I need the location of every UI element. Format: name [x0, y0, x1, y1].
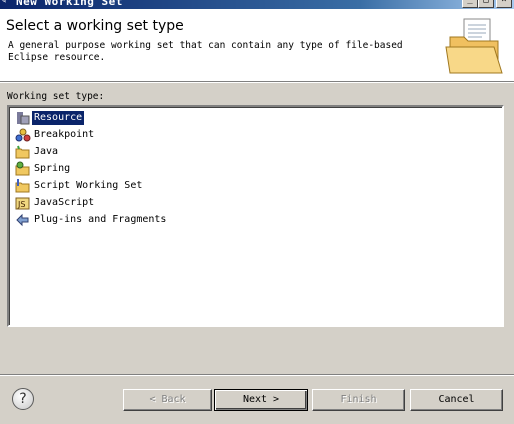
list-item-label: Plug-ins and Fragments — [34, 214, 167, 225]
java-folder-icon — [15, 145, 30, 159]
list-item-javascript[interactable]: JS JavaScript — [15, 195, 96, 211]
spring-folder-icon — [15, 161, 30, 176]
list-item-resource[interactable]: Resource — [15, 110, 85, 126]
list-item-label: Script Working Set — [34, 180, 143, 191]
next-button[interactable]: Next > — [214, 389, 308, 411]
help-icon[interactable]: ? — [12, 388, 34, 410]
maximize-button[interactable]: □ — [478, 0, 494, 8]
javascript-icon: JS — [15, 197, 30, 210]
title-bar[interactable]: ✎ New Working Set _ □ × — [0, 0, 514, 9]
plugin-icon — [16, 213, 29, 227]
finish-button[interactable]: Finish — [312, 389, 405, 411]
wizard-header: Select a working set type A general purp… — [0, 9, 514, 81]
back-button[interactable]: < Back — [123, 389, 212, 411]
list-item-label: Resource — [32, 111, 85, 125]
page-title: Select a working set type — [6, 18, 184, 34]
script-folder-icon — [15, 179, 30, 193]
breakpoint-icon — [15, 128, 31, 142]
footer-separator — [0, 374, 514, 376]
close-button[interactable]: × — [496, 0, 512, 8]
list-item-label: Java — [34, 146, 59, 157]
resource-icon — [17, 112, 30, 125]
list-item-label: Spring — [34, 163, 71, 174]
list-item-plugins-fragments[interactable]: Plug-ins and Fragments — [15, 212, 168, 228]
svg-text:JS: JS — [17, 200, 25, 209]
list-item-spring[interactable]: Spring — [15, 161, 72, 177]
page-description: A general purpose working set that can c… — [8, 40, 403, 63]
working-set-type-list[interactable]: Resource Breakpoint Java Spring Script W… — [7, 105, 504, 327]
minimize-button[interactable]: _ — [462, 0, 478, 8]
list-item-breakpoint[interactable]: Breakpoint — [15, 127, 96, 143]
list-item-label: Breakpoint — [34, 129, 95, 140]
cancel-button[interactable]: Cancel — [410, 389, 503, 411]
list-item-script-working-set[interactable]: Script Working Set — [15, 178, 144, 194]
list-item-java[interactable]: Java — [15, 144, 60, 160]
folder-document-icon — [445, 18, 503, 74]
eclipse-window-icon: ✎ — [1, 0, 7, 6]
working-set-type-label: Working set type: — [7, 91, 105, 102]
window-title: New Working Set — [16, 0, 123, 8]
header-separator — [0, 81, 514, 83]
list-item-label: JavaScript — [34, 197, 95, 208]
